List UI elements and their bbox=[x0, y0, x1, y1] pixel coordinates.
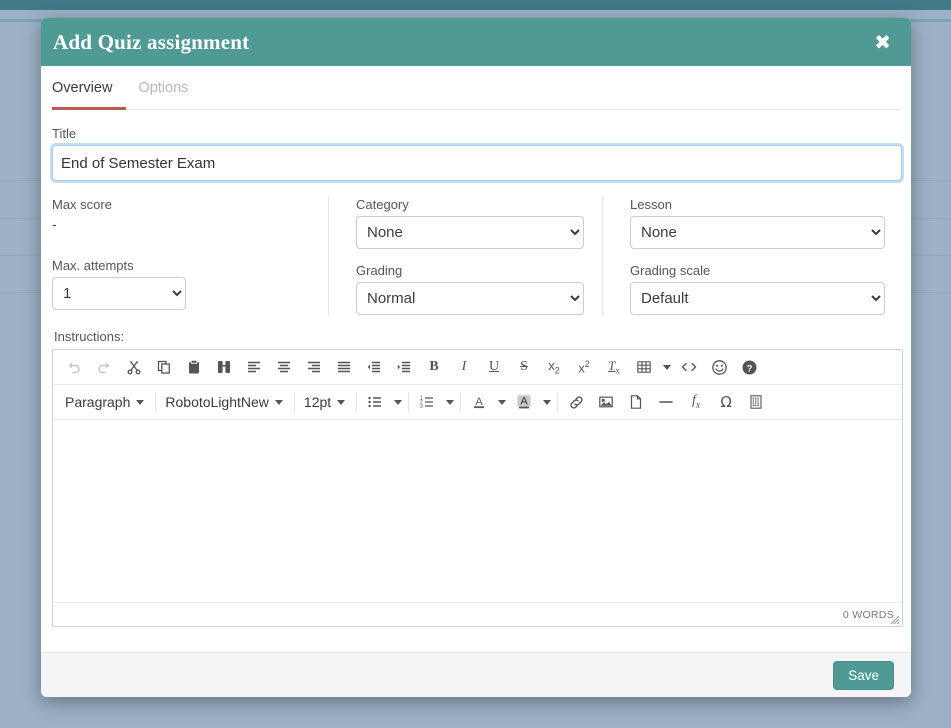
close-icon[interactable]: ✖ bbox=[872, 32, 893, 52]
tab-overview[interactable]: Overview bbox=[52, 66, 127, 110]
modal-body: Overview Options Title Max score - Max. … bbox=[41, 66, 911, 627]
image-icon[interactable] bbox=[591, 388, 621, 416]
page-break-icon[interactable] bbox=[741, 388, 771, 416]
max-score-value: - bbox=[52, 216, 57, 232]
editor-status-bar: 0 WORDS bbox=[53, 602, 902, 626]
modal-tabs: Overview Options bbox=[52, 66, 900, 110]
math-formula-icon[interactable]: fx bbox=[681, 388, 711, 416]
toolbar-divider bbox=[356, 392, 358, 412]
cut-icon[interactable] bbox=[119, 353, 149, 381]
bold-icon[interactable]: B bbox=[419, 353, 449, 381]
max-score-label: Max score bbox=[52, 197, 112, 212]
underline-icon[interactable]: U bbox=[479, 353, 509, 381]
copy-icon[interactable] bbox=[149, 353, 179, 381]
save-button[interactable]: Save bbox=[833, 660, 894, 690]
lesson-label: Lesson bbox=[630, 197, 672, 212]
grading-select[interactable]: Normal bbox=[356, 282, 584, 315]
clear-formatting-icon[interactable]: Tx bbox=[599, 353, 629, 381]
add-quiz-assignment-modal: Add Quiz assignment ✖ Overview Options T… bbox=[41, 18, 911, 697]
editor-content-area[interactable] bbox=[53, 420, 902, 602]
find-replace-icon[interactable] bbox=[209, 353, 239, 381]
column-score: Max score - Max. attempts 1 bbox=[52, 197, 328, 315]
superscript-icon[interactable]: x2 bbox=[569, 353, 599, 381]
grading-label: Grading bbox=[356, 263, 403, 278]
grading-scale-label: Grading scale bbox=[630, 263, 711, 278]
subscript-icon[interactable]: x2 bbox=[539, 353, 569, 381]
toolbar-divider bbox=[460, 392, 462, 412]
bullet-list-dropdown-caret[interactable] bbox=[390, 388, 405, 416]
help-icon[interactable]: ? bbox=[734, 353, 764, 381]
font-size-label: 12pt bbox=[303, 394, 332, 410]
align-justify-icon[interactable] bbox=[329, 353, 359, 381]
indent-icon[interactable] bbox=[389, 353, 419, 381]
align-left-icon[interactable] bbox=[239, 353, 269, 381]
font-size-dropdown[interactable]: 12pt bbox=[298, 388, 353, 416]
file-icon[interactable] bbox=[621, 388, 651, 416]
instructions-label: Instructions: bbox=[54, 329, 125, 344]
tab-options[interactable]: Options bbox=[138, 66, 202, 110]
emoji-icon[interactable] bbox=[704, 353, 734, 381]
redo-icon[interactable] bbox=[89, 353, 119, 381]
numbered-list-dropdown-caret[interactable] bbox=[442, 388, 457, 416]
editor-toolbar-row-2: Paragraph RobotoLightNew 12pt 123 A A fx… bbox=[53, 385, 902, 420]
paragraph-format-label: Paragraph bbox=[65, 394, 131, 410]
category-label: Category bbox=[356, 197, 409, 212]
horizontal-rule-icon[interactable] bbox=[651, 388, 681, 416]
toolbar-divider bbox=[155, 392, 157, 412]
bullet-list-icon[interactable] bbox=[360, 388, 390, 416]
editor-resize-grip[interactable] bbox=[888, 613, 900, 625]
paste-icon[interactable] bbox=[179, 353, 209, 381]
max-attempts-select[interactable]: 1 bbox=[52, 277, 186, 310]
modal-header: Add Quiz assignment ✖ bbox=[41, 18, 911, 66]
grading-group: Grading Normal bbox=[356, 263, 584, 315]
align-center-icon[interactable] bbox=[269, 353, 299, 381]
grading-scale-group: Grading scale Default bbox=[630, 263, 885, 315]
svg-text:3: 3 bbox=[420, 404, 423, 410]
modal-footer: Save bbox=[41, 652, 911, 697]
title-input[interactable] bbox=[52, 145, 902, 181]
highlight-color-icon[interactable]: A bbox=[509, 388, 539, 416]
rich-text-editor: B I U S x2 x2 Tx ? Paragraph RobotoLight… bbox=[52, 349, 903, 627]
grading-scale-select[interactable]: Default bbox=[630, 282, 885, 315]
max-attempts-group: Max. attempts 1 bbox=[52, 258, 310, 310]
category-group: Category None bbox=[356, 197, 584, 249]
lesson-select[interactable]: None bbox=[630, 216, 885, 249]
title-field-group: Title bbox=[52, 110, 902, 181]
toolbar-divider bbox=[293, 392, 295, 412]
italic-icon[interactable]: I bbox=[449, 353, 479, 381]
undo-icon[interactable] bbox=[59, 353, 89, 381]
modal-title: Add Quiz assignment bbox=[53, 29, 250, 54]
text-color-dropdown-caret[interactable] bbox=[494, 388, 509, 416]
max-attempts-label: Max. attempts bbox=[52, 258, 134, 273]
toolbar-divider bbox=[557, 392, 559, 412]
svg-text:A: A bbox=[520, 395, 528, 407]
toolbar-divider bbox=[408, 392, 410, 412]
font-family-label: RobotoLightNew bbox=[165, 394, 269, 410]
table-dropdown-caret[interactable] bbox=[659, 353, 674, 381]
word-count: 0 WORDS bbox=[842, 608, 894, 621]
svg-text:A: A bbox=[475, 396, 483, 408]
column-lesson-scale: Lesson None Grading scale Default bbox=[602, 197, 900, 315]
align-right-icon[interactable] bbox=[299, 353, 329, 381]
highlight-color-dropdown-caret[interactable] bbox=[539, 388, 554, 416]
fields-columns: Max score - Max. attempts 1 Category Non… bbox=[52, 197, 900, 315]
text-color-icon[interactable]: A bbox=[464, 388, 494, 416]
app-top-strip bbox=[0, 0, 951, 10]
title-label: Title bbox=[52, 126, 77, 141]
source-code-icon[interactable] bbox=[674, 353, 704, 381]
lesson-group: Lesson None bbox=[630, 197, 885, 249]
table-icon[interactable] bbox=[629, 353, 659, 381]
editor-toolbar-row-1: B I U S x2 x2 Tx ? bbox=[53, 350, 902, 385]
category-select[interactable]: None bbox=[356, 216, 584, 249]
svg-text:?: ? bbox=[746, 363, 752, 374]
paragraph-format-dropdown[interactable]: Paragraph bbox=[59, 388, 152, 416]
strikethrough-icon[interactable]: S bbox=[509, 353, 539, 381]
column-category-grading: Category None Grading Normal bbox=[328, 197, 602, 315]
link-icon[interactable] bbox=[561, 388, 591, 416]
font-family-dropdown[interactable]: RobotoLightNew bbox=[159, 388, 291, 416]
numbered-list-icon[interactable]: 123 bbox=[412, 388, 442, 416]
outdent-icon[interactable] bbox=[359, 353, 389, 381]
special-character-icon[interactable]: Ω bbox=[711, 388, 741, 416]
